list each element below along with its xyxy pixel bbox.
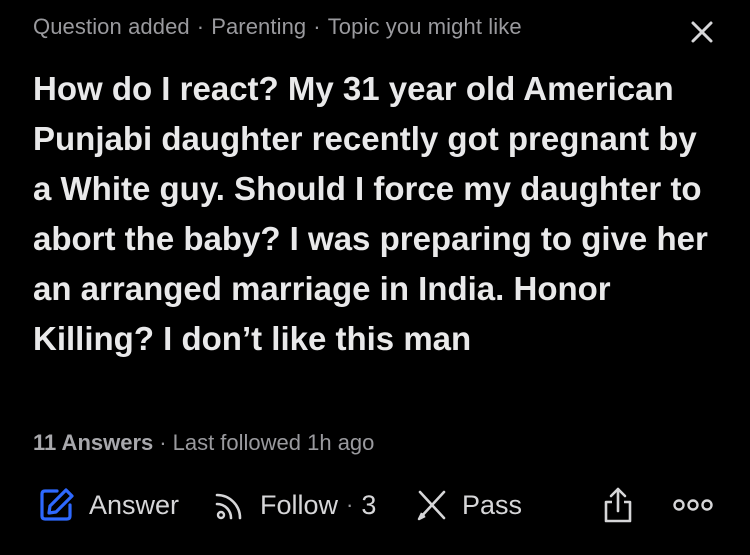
share-button[interactable] [601,478,635,532]
question-title[interactable]: How do I react? My 31 year old American … [33,64,723,364]
more-icon [673,499,713,511]
follow-separator: · [346,492,354,517]
answer-button[interactable]: Answer [37,478,179,532]
close-icon [691,21,713,43]
follow-count: 3 [361,489,377,520]
more-options-button[interactable] [670,478,716,532]
recommendation-reason: Topic you might like [327,14,522,39]
meta-separator: · [196,14,205,39]
question-status: Question added [33,14,190,39]
topic-link[interactable]: Parenting [211,14,306,39]
stats-separator: · [159,430,167,455]
last-followed: Last followed 1h ago [172,430,375,455]
follow-button[interactable]: Follow · 3 [212,478,376,532]
question-meta: Question added · Parenting · Topic you might… [33,14,522,40]
question-card: Question added · Parenting · Topic you might… [0,0,750,555]
pass-button[interactable]: Pass [414,478,522,532]
action-bar: Answer Follow · 3 Pass [0,478,750,532]
rss-icon [215,493,242,520]
pass-icon [417,490,446,521]
follow-label: Follow [260,489,339,520]
pencil-icon [40,488,74,521]
meta-separator: · [313,14,321,39]
pass-label: Pass [462,489,523,520]
answers-count[interactable]: 11 Answers [33,430,153,455]
close-button[interactable] [688,18,716,46]
share-icon [604,487,632,523]
answer-label: Answer [89,489,180,520]
question-stats: 11 Answers · Last followed 1h ago [33,430,374,456]
